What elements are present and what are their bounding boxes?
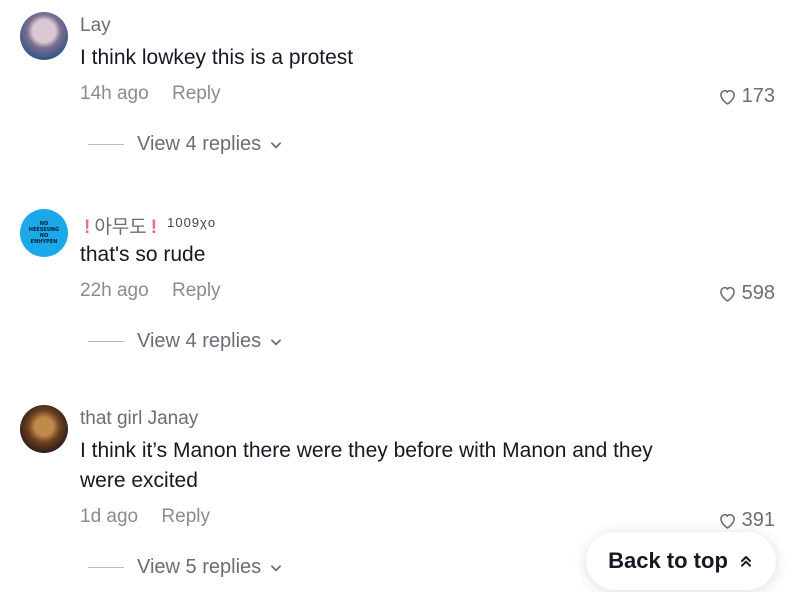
like-button[interactable]: 391 xyxy=(717,509,775,532)
view-replies-button[interactable]: View 4 replies xyxy=(88,133,283,156)
comment-text: that's so rude xyxy=(80,243,206,266)
like-button[interactable]: 598 xyxy=(717,282,775,305)
comment-meta: 22h ago Reply xyxy=(80,280,221,302)
comment-username[interactable]: that girl Janay xyxy=(80,408,198,430)
view-replies-button[interactable]: View 4 replies xyxy=(88,330,283,353)
reply-button[interactable]: Reply xyxy=(172,83,221,104)
double-chevron-up-icon xyxy=(740,556,751,567)
heart-outline-icon xyxy=(719,513,735,529)
chevron-down-icon xyxy=(271,564,282,571)
username-exclamation: ! xyxy=(150,217,158,238)
like-count: 598 xyxy=(741,282,775,304)
username-main: 아무도 xyxy=(94,217,147,238)
heart-outline-icon xyxy=(719,89,735,105)
view-replies-label: View 5 replies xyxy=(137,556,262,578)
reply-button[interactable]: Reply xyxy=(161,506,210,527)
back-to-top-label: Back to top xyxy=(608,548,728,573)
comment-time: 14h ago xyxy=(80,83,149,104)
divider-line xyxy=(88,144,124,145)
avatar[interactable] xyxy=(20,405,68,453)
username-exclamation: ! xyxy=(84,217,91,238)
divider-line xyxy=(88,567,124,568)
comment-username[interactable]: Lay xyxy=(80,15,111,37)
chevron-down-icon xyxy=(271,338,282,345)
comment-meta: 14h ago Reply xyxy=(80,83,221,105)
heart-outline-icon xyxy=(719,286,735,302)
comment-text: I think lowkey this is a protest xyxy=(80,46,354,69)
reply-button[interactable]: Reply xyxy=(172,280,221,301)
back-to-top-button[interactable]: Back to top xyxy=(586,532,776,590)
view-replies-label: View 4 replies xyxy=(137,133,262,155)
view-replies-label: View 4 replies xyxy=(137,330,262,352)
comment-username[interactable]: ! 아무도! 1009χo xyxy=(80,212,216,239)
like-count: 173 xyxy=(741,85,775,107)
comment-meta: 1d ago Reply xyxy=(80,506,210,528)
comment-time: 1d ago xyxy=(80,506,139,527)
avatar[interactable]: NO HEESEUNG NO ENHYPEN xyxy=(20,209,68,257)
view-replies-button[interactable]: View 5 replies xyxy=(88,556,283,579)
avatar[interactable] xyxy=(20,12,68,60)
divider-line xyxy=(88,341,124,342)
like-button[interactable]: 173 xyxy=(717,85,775,108)
username-suffix: 1009χo xyxy=(167,215,217,230)
comment-list: Lay I think lowkey this is a protest 14h… xyxy=(0,0,795,592)
comment-time: 22h ago xyxy=(80,280,149,301)
avatar-text: NO HEESEUNG NO ENHYPEN xyxy=(28,221,60,245)
comment-text: I think it’s Manon there were they befor… xyxy=(80,439,653,492)
chevron-down-icon xyxy=(271,141,282,148)
like-count: 391 xyxy=(741,509,775,531)
